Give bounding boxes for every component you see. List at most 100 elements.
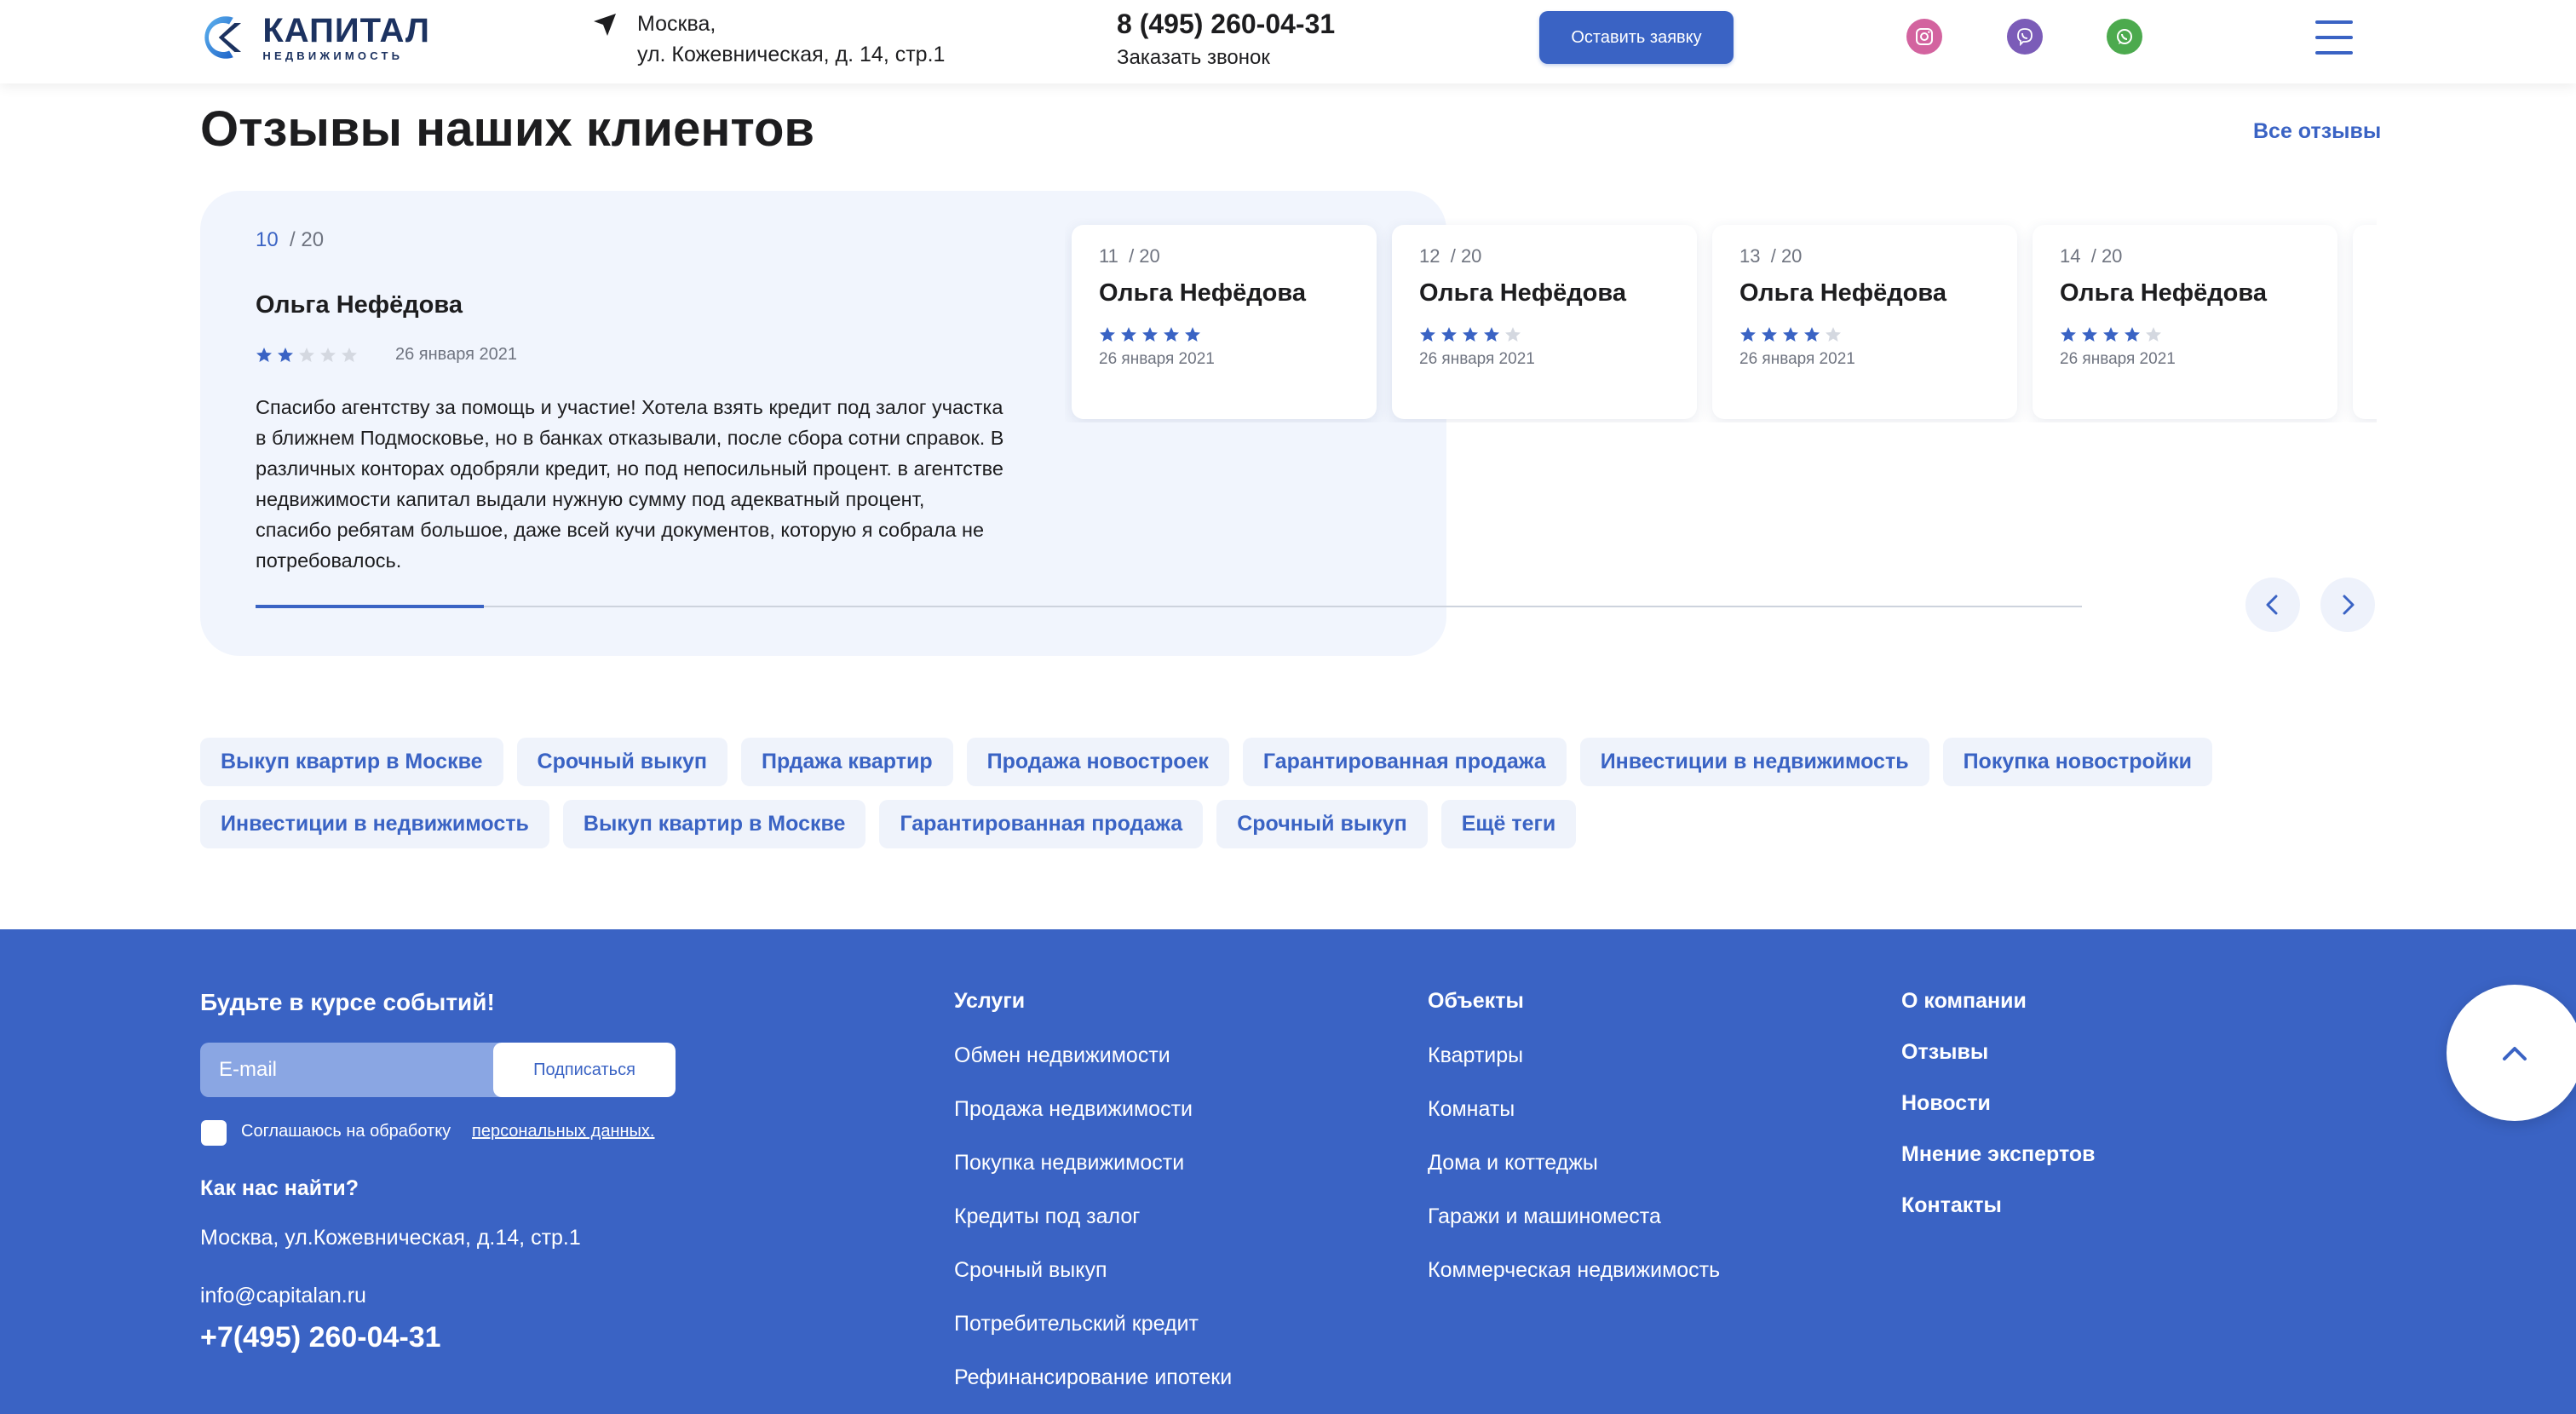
review-card[interactable]: 11 / 20 Ольга Нефёдова 26 января 2021 [1072,225,1377,419]
logo-icon [204,16,242,59]
services-heading[interactable]: Услуги [954,989,1232,1014]
address-street: ул. Кожевническая, д. 14, стр.1 [637,43,946,66]
slider-progress-fill [256,605,484,608]
footer-phone[interactable]: +7(495) 260-04-31 [200,1321,441,1354]
slider-progress-track [256,605,2082,608]
star-icon [1505,327,1521,342]
star-icon [2146,327,2161,342]
review-card-author: Ольга Нефёдова [2060,279,2267,307]
footer-objects-column: Объекты Квартиры Комнаты Дома и коттеджы… [1428,989,1720,1311]
review-card-counter: 14 / 20 [2060,245,2310,267]
star-icon [1484,327,1499,342]
tag-link[interactable]: Прдажа квартир [741,738,953,786]
reviews-title: Отзывы наших клиентов [200,101,815,157]
chevron-up-icon [2503,1047,2527,1060]
review-card-date: 26 января 2021 [1419,350,1535,368]
tag-link[interactable]: Инвестиции в недвижимость [1579,738,1929,786]
logo-title: КАПИТАЛ [262,11,430,49]
slider-next-button[interactable] [2320,578,2375,632]
review-card-date: 26 января 2021 [1099,350,1215,368]
footer-link[interactable]: О компании [1901,989,2096,1014]
rating-stars [256,347,358,364]
footer-link[interactable]: Контакты [1901,1193,2096,1218]
footer-link[interactable]: Мнение экспертов [1901,1141,2096,1167]
footer-link[interactable]: Срочный выкуп [954,1257,1232,1283]
header-address: Москва, ул. Кожевническая, д. 14, стр.1 [592,9,945,70]
review-author: Ольга Нефёдова [256,291,463,319]
menu-burger-icon[interactable] [2315,20,2353,55]
footer-services-column: Услуги Обмен недвижимости Продажа недвиж… [954,989,1232,1414]
review-card-counter-current: 14 [2060,245,2081,267]
subscribe-button[interactable]: Подписаться [493,1043,676,1097]
star-icon [1826,327,1841,342]
star-icon [299,347,314,362]
footer-link[interactable]: Покупка недвижимости [954,1150,1232,1175]
footer-link[interactable]: Гаражи и машиноместа [1428,1204,1720,1229]
consent-checkbox[interactable] [201,1120,227,1146]
leave-request-button[interactable]: Оставить заявку [1539,11,1734,64]
review-card[interactable]: 12 / 20 Ольга Нефёдова 26 января 2021 [1392,225,1697,419]
star-icon [1121,327,1136,342]
star-icon [1164,327,1179,342]
footer-link[interactable]: Квартиры [1428,1043,1720,1068]
review-counter: 10 / 20 [256,228,1005,252]
tag-link[interactable]: Гарантированная продажа [879,800,1204,848]
more-tags-link[interactable]: Ещё теги [1440,800,1577,848]
tag-link[interactable]: Выкуп квартир в Москве [200,738,503,786]
tag-link[interactable]: Срочный выкуп [516,738,728,786]
objects-heading[interactable]: Объекты [1428,989,1720,1014]
tag-link[interactable]: Срочный выкуп [1216,800,1428,848]
review-text: Спасибо агентству за помощь и участие! Х… [256,396,1004,572]
review-card-counter-total: / 20 [1450,245,1482,267]
footer-link[interactable]: Новости [1901,1090,2096,1116]
review-card-counter: 13 / 20 [1739,245,1990,267]
rating-stars [1099,326,1349,343]
review-card-counter: 11 / 20 [1099,245,1349,267]
tag-link[interactable]: Покупка новостройки [1942,738,2212,786]
footer-link[interactable]: Кредиты под залог [954,1204,1232,1229]
review-counter-total: / 20 [290,228,325,251]
header-phone-block: 8 (495) 260-04-31 Заказать звонок [1117,5,1335,70]
star-icon [2103,327,2119,342]
review-cards-carousel: 11 / 20 Ольга Нефёдова 26 января 2021 12… [1065,218,2377,422]
tag-link[interactable]: Выкуп квартир в Москве [562,800,866,848]
find-us-title: Как нас найти? [200,1176,359,1200]
logo[interactable]: КАПИТАЛ НЕДВИЖИМОСТЬ [200,7,430,68]
rating-stars [1419,326,1670,343]
scroll-to-top-button[interactable] [2447,985,2576,1121]
tag-link[interactable]: Продажа новостроек [966,738,1229,786]
review-card-partial[interactable] [2353,225,2377,419]
footer-link[interactable]: Рефинансирование ипотеки [954,1365,1232,1390]
tags-list: Выкуп квартир в Москве Срочный выкуп Прд… [200,738,2415,848]
star-icon [1804,327,1820,342]
header-phone[interactable]: 8 (495) 260-04-31 [1117,5,1335,43]
subscribe-title: Будьте в курсе событий! [200,989,495,1015]
footer-link[interactable]: Комнаты [1428,1096,1720,1122]
review-card-date: 26 января 2021 [1739,350,1855,368]
location-arrow-icon [594,14,616,36]
footer-email[interactable]: info@capitalan.ru [200,1284,366,1308]
star-icon [2082,327,2097,342]
active-review-card: 10 / 20 Ольга Нефёдова 26 января 2021 Сп… [256,228,1005,576]
footer-link[interactable]: Коммерческая недвижимость [1428,1257,1720,1283]
review-card-author: Ольга Нефёдова [1419,279,1626,307]
review-card-counter-total: / 20 [1129,245,1160,267]
footer-link[interactable]: Обмен недвижимости [954,1043,1232,1068]
whatsapp-icon[interactable] [2107,19,2142,55]
instagram-icon[interactable] [1906,19,1942,55]
star-icon [278,347,293,362]
tag-link[interactable]: Гарантированная продажа [1242,738,1567,786]
review-card[interactable]: 14 / 20 Ольга Нефёдова 26 января 2021 [2033,225,2337,419]
footer-link[interactable]: Дома и коттеджы [1428,1150,1720,1175]
tag-link[interactable]: Инвестиции в недвижимость [200,800,549,848]
footer-link[interactable]: Отзывы [1901,1039,2096,1065]
personal-data-link[interactable]: персональных данных. [472,1122,654,1141]
review-card[interactable]: 13 / 20 Ольга Нефёдова 26 января 2021 [1712,225,2017,419]
footer-link[interactable]: Продажа недвижимости [954,1096,1232,1122]
footer-link[interactable]: Потребительский кредит [954,1311,1232,1336]
callback-link[interactable]: Заказать звонок [1117,46,1335,70]
star-icon [320,347,336,362]
slider-prev-button[interactable] [2245,578,2300,632]
viber-icon[interactable] [2007,19,2043,55]
all-reviews-link[interactable]: Все отзывы [2253,119,2381,144]
